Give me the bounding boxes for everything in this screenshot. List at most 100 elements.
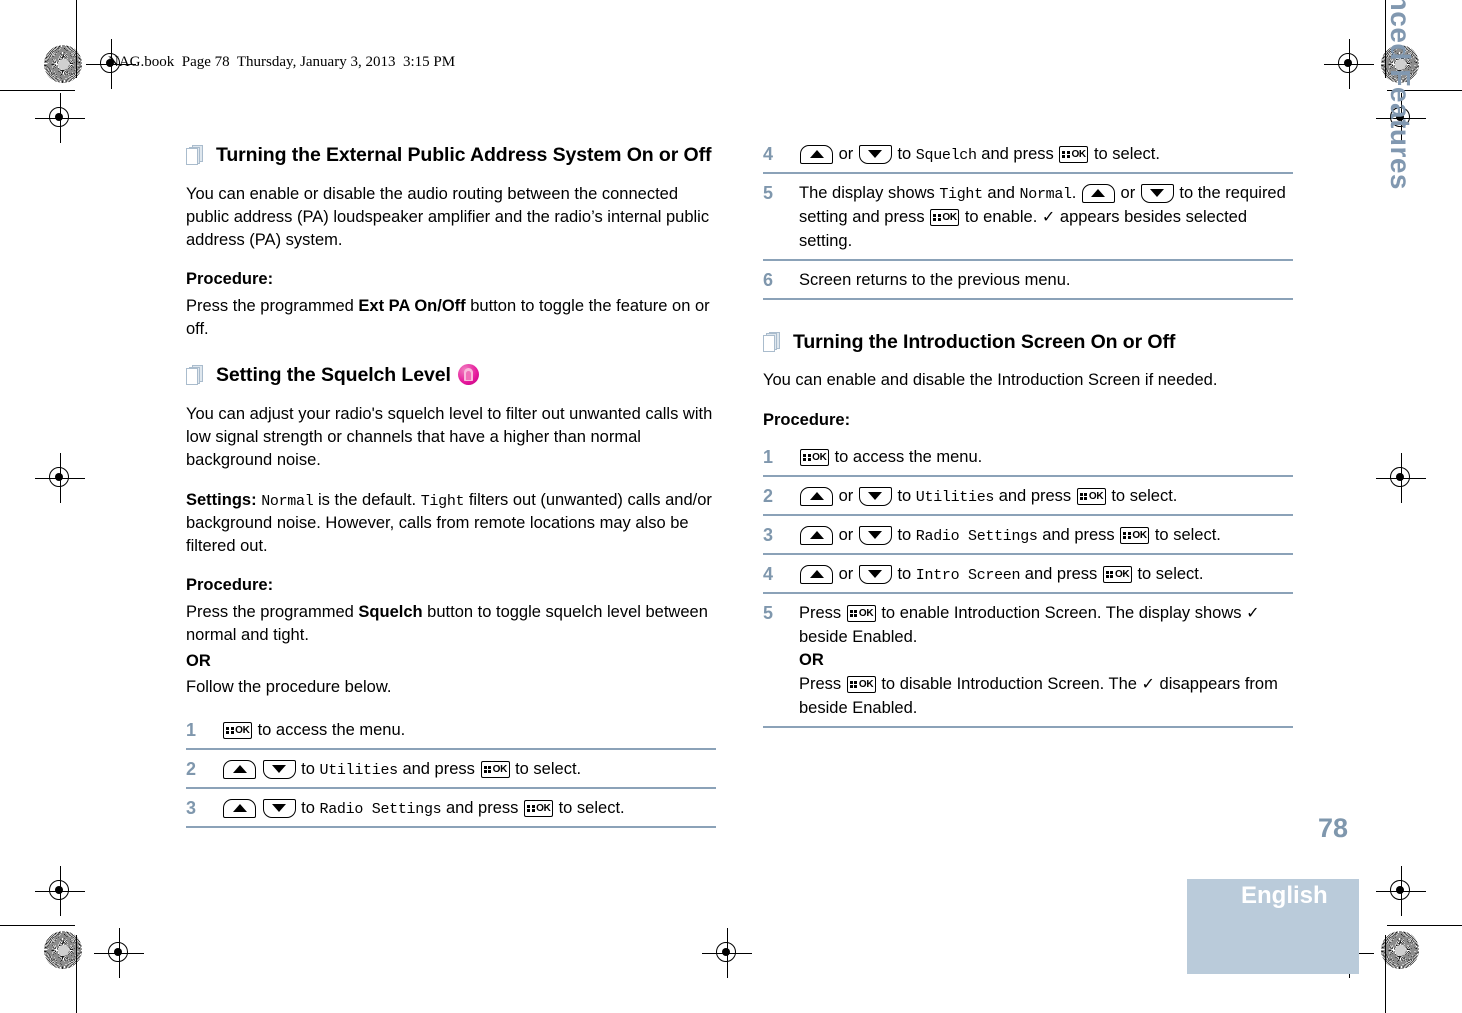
- left-column: Turning the External Public Address Syst…: [186, 143, 716, 836]
- down-arrow-button-icon[interactable]: [858, 525, 892, 545]
- menu-item-intro-screen: Intro Screen: [915, 566, 1021, 584]
- ok-button-icon[interactable]: OK: [1076, 487, 1106, 505]
- up-arrow-button-icon[interactable]: [800, 564, 833, 584]
- step-lead-text: The display shows: [799, 183, 940, 202]
- right-column: 4 or to Squelch and press OK to select. …: [763, 143, 1293, 736]
- ok-button-icon[interactable]: OK: [223, 721, 252, 739]
- or-word: or: [838, 486, 854, 505]
- step-press-text: Press: [799, 603, 846, 622]
- menu-item-radio-settings: Radio Settings: [319, 800, 442, 818]
- step-text: OK to access the menu.: [222, 719, 716, 743]
- step-text-tail: to access the menu.: [253, 720, 406, 739]
- lock-icon: [457, 364, 479, 386]
- up-arrow-button-icon[interactable]: [800, 486, 833, 506]
- step-disable-text: to disable Introduction Screen. The: [876, 675, 1142, 694]
- up-arrow-button-icon[interactable]: [1081, 183, 1115, 203]
- crop-line-bottom-left: [0, 925, 75, 926]
- crosshair-registration-mark-bottom-left: [94, 928, 144, 978]
- down-arrow-button-icon[interactable]: [858, 564, 892, 584]
- ok-button-icon[interactable]: OK: [1120, 526, 1150, 544]
- ok-button-icon[interactable]: OK: [1102, 565, 1132, 583]
- crop-line-bottom-right: [1387, 925, 1462, 926]
- step-text: Screen returns to the previous menu.: [799, 270, 1071, 289]
- step-number: 4: [763, 563, 774, 584]
- crosshair-registration-mark-left-upper: [35, 93, 85, 143]
- step-row: 2 to Utilities and press OK to select.: [186, 758, 716, 789]
- up-arrow-button-icon[interactable]: [223, 798, 256, 818]
- step-after-text: and press: [397, 759, 480, 778]
- external-pa-procedure-label: Procedure:: [186, 268, 716, 291]
- down-arrow-button-icon[interactable]: [858, 145, 892, 164]
- setting-value-tight: Tight: [939, 185, 983, 203]
- step-after-text: and press: [1020, 564, 1102, 583]
- up-arrow-button-icon[interactable]: [800, 145, 833, 164]
- or-text: OR: [186, 652, 211, 671]
- step-text-tail: to select.: [554, 798, 625, 817]
- step-text-tail: to select.: [510, 759, 582, 778]
- page-number: 78: [1318, 813, 1349, 843]
- down-arrow-button-icon[interactable]: [262, 759, 296, 779]
- pages-icon: [186, 145, 203, 165]
- crosshair-registration-mark-right-lower: [1376, 866, 1426, 916]
- menu-item-utilities: Utilities: [319, 761, 399, 779]
- step-row: 1 OK to access the menu.: [763, 446, 1293, 477]
- external-pa-procedure-text: Press the programmed Ext PA On/Off butto…: [186, 295, 716, 342]
- step-conj-text: and: [982, 183, 1020, 202]
- settings-label-text: Settings:: [186, 490, 257, 509]
- step-text: Press OK to enable Introduction Screen. …: [799, 602, 1293, 722]
- step-after-text: and press: [976, 145, 1059, 163]
- up-arrow-button-icon[interactable]: [223, 759, 256, 779]
- squelch-follow-text: Follow the procedure below.: [186, 678, 392, 697]
- ok-button-icon[interactable]: OK: [1059, 146, 1089, 163]
- ok-button-icon[interactable]: OK: [524, 799, 553, 817]
- step-row: 2 or to Utilities and press OK to select…: [763, 485, 1293, 516]
- menu-item-radio-settings: Radio Settings: [915, 527, 1038, 545]
- step-text: or to Utilities and press OK to select.: [799, 485, 1293, 509]
- setting-value-tight: Tight: [420, 492, 465, 510]
- step-mid-text: to: [892, 564, 916, 583]
- ok-button-icon[interactable]: OK: [480, 760, 510, 778]
- crosshair-registration-mark-left-lower: [35, 866, 85, 916]
- up-arrow-button-icon[interactable]: [800, 525, 833, 545]
- section-heading-text: Turning the External Public Address Syst…: [216, 144, 712, 166]
- down-arrow-button-icon[interactable]: [262, 798, 296, 818]
- step-period-text: .: [1071, 183, 1081, 202]
- settings-mid-text: is the default.: [313, 490, 421, 509]
- procedure-pre-text: Press the programmed: [186, 602, 359, 621]
- chapter-tab-label: Advanced Features: [1385, 0, 1416, 190]
- down-arrow-button-icon[interactable]: [858, 486, 892, 506]
- section-heading-text: Turning the Introduction Screen On or Of…: [793, 330, 1176, 353]
- step-text-tail: to select.: [1106, 486, 1178, 505]
- step-text: to Utilities and press OK to select.: [222, 758, 716, 782]
- pages-icon: [186, 365, 203, 386]
- menu-item-utilities: Utilities: [915, 488, 995, 506]
- squelch-intro-paragraph: You can adjust your radio's squelch leve…: [186, 404, 713, 470]
- crop-line-top-left: [0, 90, 75, 91]
- step-press-text-2: Press: [799, 675, 846, 694]
- setting-value-normal: Normal: [1019, 185, 1073, 203]
- starburst-registration-mark-bottom-right: [1381, 931, 1419, 969]
- step-mid-text: to: [892, 525, 916, 544]
- or-word: or: [838, 145, 854, 163]
- language-label: English: [1241, 882, 1328, 909]
- ok-button-icon[interactable]: OK: [930, 208, 960, 226]
- down-arrow-button-icon[interactable]: [1140, 183, 1174, 203]
- step-row: 5 The display shows Tight and Normal. or…: [763, 182, 1293, 261]
- procedure-pre-text: Press the programmed: [186, 296, 359, 315]
- procedure-label-text: Procedure:: [763, 410, 851, 429]
- intro-screen-procedure-label: Procedure:: [763, 409, 1293, 432]
- check-icon: ✓: [1246, 604, 1260, 622]
- squelch-settings-paragraph: Settings: Normal is the default. Tight f…: [186, 489, 716, 559]
- step-number: 1: [763, 446, 774, 467]
- step-mid-text: to: [892, 486, 916, 505]
- ok-button-icon[interactable]: OK: [800, 448, 829, 466]
- crop-line-left-bottom: [76, 935, 77, 1013]
- step-text: or to Squelch and press OK to select.: [799, 143, 1293, 167]
- step-text-tail: to access the menu.: [830, 447, 983, 466]
- step-after-text: and press: [1037, 525, 1120, 544]
- step-row: 1 OK to access the menu.: [186, 719, 716, 750]
- ok-button-icon[interactable]: OK: [846, 676, 876, 694]
- ok-button-icon[interactable]: OK: [846, 604, 876, 622]
- section-heading-intro-screen: Turning the Introduction Screen On or Of…: [763, 330, 1293, 356]
- crosshair-registration-mark-left-middle: [35, 453, 85, 503]
